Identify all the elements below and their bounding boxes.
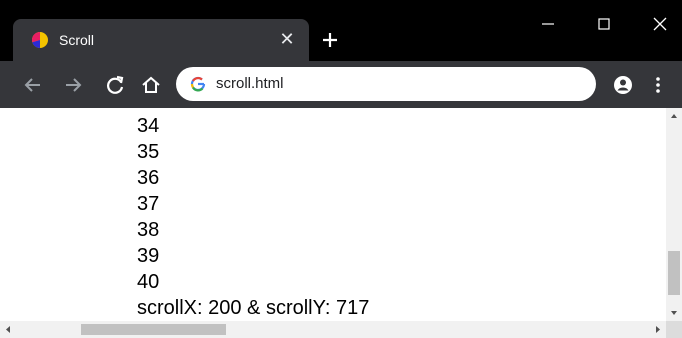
line-38: 38 [137,219,160,241]
google-g-icon [190,76,206,92]
tab-scroll[interactable]: Scroll ✕ [13,19,309,61]
scroll-position-text: scrollX: 200 & scrollY: 717 [137,297,370,319]
horizontal-scrollbar[interactable] [0,321,666,338]
scroll-down-arrow-icon[interactable] [666,305,682,321]
line-37: 37 [137,193,160,215]
toolbar: scroll.html [0,61,682,108]
page-content[interactable]: 34 35 36 37 38 39 40 scrollX: 200 & scro… [0,108,666,321]
profile-icon[interactable] [612,74,634,96]
address-bar[interactable]: scroll.html [176,67,596,101]
scroll-right-arrow-icon[interactable] [650,321,666,338]
tab-title: Scroll [59,32,95,48]
reload-icon[interactable] [104,74,126,96]
forward-arrow-icon[interactable] [62,74,84,96]
back-arrow-icon[interactable] [22,74,44,96]
url-text: scroll.html [216,75,284,92]
home-icon[interactable] [140,74,162,96]
scroll-up-arrow-icon[interactable] [666,108,682,124]
kebab-menu-icon[interactable] [650,74,666,96]
line-40: 40 [137,271,160,293]
line-34: 34 [137,115,160,137]
browser-window: Scroll ✕ scroll.html 34 35 36 37 38 39 4… [0,0,682,338]
line-36: 36 [137,167,160,189]
close-icon[interactable]: ✕ [277,29,297,49]
line-35: 35 [137,141,160,163]
horizontal-scroll-thumb[interactable] [81,324,226,335]
text-lines: 34 35 36 37 38 39 40 scrollX: 200 & scro… [137,113,369,321]
minimize-icon[interactable] [526,10,570,38]
scroll-left-arrow-icon[interactable] [0,321,16,338]
window-close-icon[interactable] [638,10,682,38]
line-39: 39 [137,245,160,267]
scrollbar-corner [666,321,682,338]
title-bar: Scroll ✕ [0,0,682,61]
vertical-scrollbar[interactable] [666,108,682,321]
plus-icon[interactable] [318,28,342,52]
pie-favicon-icon [31,31,48,49]
maximize-icon[interactable] [582,10,626,38]
vertical-scroll-thumb[interactable] [668,251,680,295]
